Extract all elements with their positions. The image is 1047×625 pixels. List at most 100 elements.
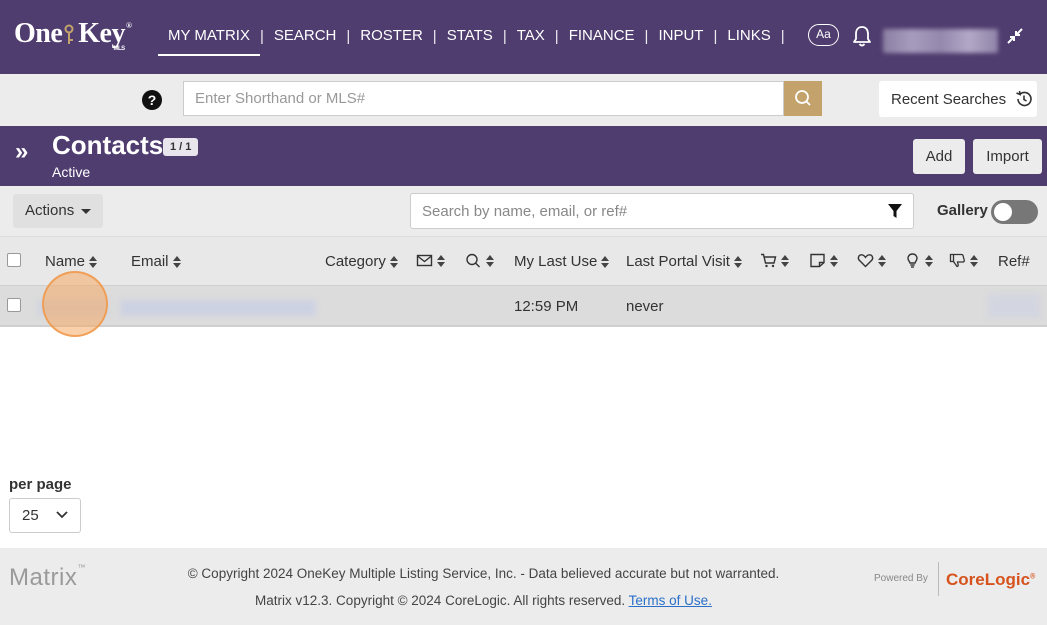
key-icon xyxy=(64,24,74,44)
onekey-mls-logo[interactable]: One Key ® MLS xyxy=(14,18,132,54)
column-header-discards[interactable] xyxy=(949,253,978,268)
envelope-icon xyxy=(416,254,433,267)
lightbulb-icon xyxy=(907,253,918,268)
logo-text-one: One xyxy=(14,18,63,49)
copyright-line-1: © Copyright 2024 OneKey Multiple Listing… xyxy=(187,566,780,581)
recent-searches-button[interactable]: Recent Searches xyxy=(879,81,1037,117)
column-header-name[interactable]: Name xyxy=(45,253,98,270)
main-nav: MY MATRIX | SEARCH | ROSTER | STATS | TA… xyxy=(158,22,785,56)
contact-search-input[interactable] xyxy=(410,193,914,229)
recent-searches-label: Recent Searches xyxy=(891,90,1007,108)
sort-icon xyxy=(89,255,98,268)
contacts-count-badge: 1 / 1 xyxy=(163,138,199,156)
nav-input[interactable]: INPUT xyxy=(648,22,713,50)
column-header-possibilities[interactable] xyxy=(904,253,933,268)
divider xyxy=(938,562,939,596)
search-submit-button[interactable] xyxy=(784,81,822,116)
actions-label: Actions xyxy=(25,202,75,219)
user-name-redacted[interactable] xyxy=(883,29,998,53)
column-header-email[interactable]: Email xyxy=(131,253,181,270)
column-label: My Last Use xyxy=(514,253,598,270)
column-label: Email xyxy=(131,253,169,270)
collapse-arrows-icon[interactable] xyxy=(1006,27,1024,45)
bell-icon[interactable] xyxy=(851,24,873,48)
contact-email-redacted[interactable] xyxy=(120,300,316,316)
sort-icon xyxy=(733,255,742,268)
cell-last-portal-visit: never xyxy=(626,298,664,315)
gallery-label: Gallery xyxy=(937,202,988,219)
column-label: Name xyxy=(45,253,86,270)
gallery-toggle[interactable] xyxy=(991,200,1038,224)
contact-ref-redacted xyxy=(988,294,1040,318)
terms-of-use-link[interactable]: Terms of Use. xyxy=(629,593,712,608)
nav-my-matrix[interactable]: MY MATRIX xyxy=(158,22,260,56)
sort-icon xyxy=(830,254,838,267)
sort-icon xyxy=(601,255,610,268)
contacts-header: » Contacts 1 / 1 Active Add Import xyxy=(0,126,1047,186)
nav-links[interactable]: LINKS xyxy=(717,22,780,50)
sort-icon xyxy=(878,254,886,267)
powered-by-label: Powered By xyxy=(874,573,928,584)
column-header-notes[interactable] xyxy=(809,253,838,268)
actions-dropdown-button[interactable]: Actions xyxy=(13,194,103,228)
nav-separator: | xyxy=(780,27,785,45)
magnifier-icon xyxy=(795,90,811,106)
column-header-favorites[interactable] xyxy=(857,253,886,268)
column-label: Ref# xyxy=(998,253,1030,270)
sort-icon xyxy=(389,255,398,268)
corelogic-logo[interactable]: CoreLogic® xyxy=(946,570,1035,590)
cell-my-last-use: 12:59 PM xyxy=(514,298,579,315)
top-navigation: One Key ® MLS MY MATRIX | SEARCH | ROSTE… xyxy=(0,0,1047,74)
nav-roster[interactable]: ROSTER xyxy=(350,22,433,50)
chevron-down-icon xyxy=(56,511,68,519)
filter-icon[interactable] xyxy=(887,203,903,219)
per-page-select[interactable]: 25 xyxy=(9,498,81,533)
nav-stats[interactable]: STATS xyxy=(437,22,503,50)
nav-tax[interactable]: TAX xyxy=(507,22,555,50)
cart-icon xyxy=(761,253,777,268)
help-icon[interactable]: ? xyxy=(142,90,162,110)
column-header-last-portal-visit[interactable]: Last Portal Visit xyxy=(626,253,742,270)
note-icon xyxy=(810,253,825,268)
column-header-email-updates[interactable] xyxy=(416,253,445,268)
column-header-searches[interactable] xyxy=(465,253,494,268)
contacts-status-subtitle: Active xyxy=(52,164,91,180)
table-row[interactable]: 12:59 PM never xyxy=(0,286,1047,327)
add-contact-button[interactable]: Add xyxy=(913,139,965,174)
sort-icon xyxy=(437,254,445,267)
copyright-line-2-text: Matrix v12.3. Copyright © 2024 CoreLogic… xyxy=(255,593,626,608)
footer: Matrix™ © Copyright 2024 OneKey Multiple… xyxy=(0,548,1047,625)
sort-icon xyxy=(925,254,933,267)
caret-down-icon xyxy=(81,209,91,214)
expand-sidebar-icon[interactable]: » xyxy=(15,138,28,166)
column-label: Category xyxy=(325,253,386,270)
page-title: Contacts xyxy=(52,130,164,160)
nav-search[interactable]: SEARCH xyxy=(264,22,347,50)
logo-registered: ® xyxy=(126,21,132,30)
row-select-checkbox[interactable] xyxy=(7,298,21,312)
column-header-my-last-use[interactable]: My Last Use xyxy=(514,253,610,270)
contacts-table-header: Name Email Category My Last Use Last Por… xyxy=(0,236,1047,286)
toggle-knob xyxy=(994,203,1012,221)
column-header-cart[interactable] xyxy=(760,253,789,268)
sort-icon xyxy=(486,254,494,267)
shorthand-search-input[interactable] xyxy=(183,81,784,116)
column-header-category[interactable]: Category xyxy=(325,253,398,270)
shorthand-search-bar: ? Recent Searches xyxy=(0,74,1047,126)
contacts-toolbar: Actions Gallery xyxy=(0,186,1047,236)
sort-icon xyxy=(781,254,789,267)
select-all-checkbox[interactable] xyxy=(7,253,21,267)
per-page-value: 25 xyxy=(22,507,39,524)
corelogic-registered: ® xyxy=(1030,573,1036,581)
heart-icon xyxy=(857,254,874,268)
logo-text-mls: MLS xyxy=(113,46,125,52)
column-header-ref: Ref# xyxy=(998,253,1030,270)
thumbs-down-icon xyxy=(949,253,965,268)
nav-finance[interactable]: FINANCE xyxy=(559,22,645,50)
font-size-button[interactable]: Aa xyxy=(808,24,839,46)
sort-icon xyxy=(970,254,978,267)
sort-icon xyxy=(172,255,181,268)
copyright-line-2: Matrix v12.3. Copyright © 2024 CoreLogic… xyxy=(0,593,967,608)
import-contacts-button[interactable]: Import xyxy=(973,139,1042,174)
search-icon xyxy=(466,253,480,268)
